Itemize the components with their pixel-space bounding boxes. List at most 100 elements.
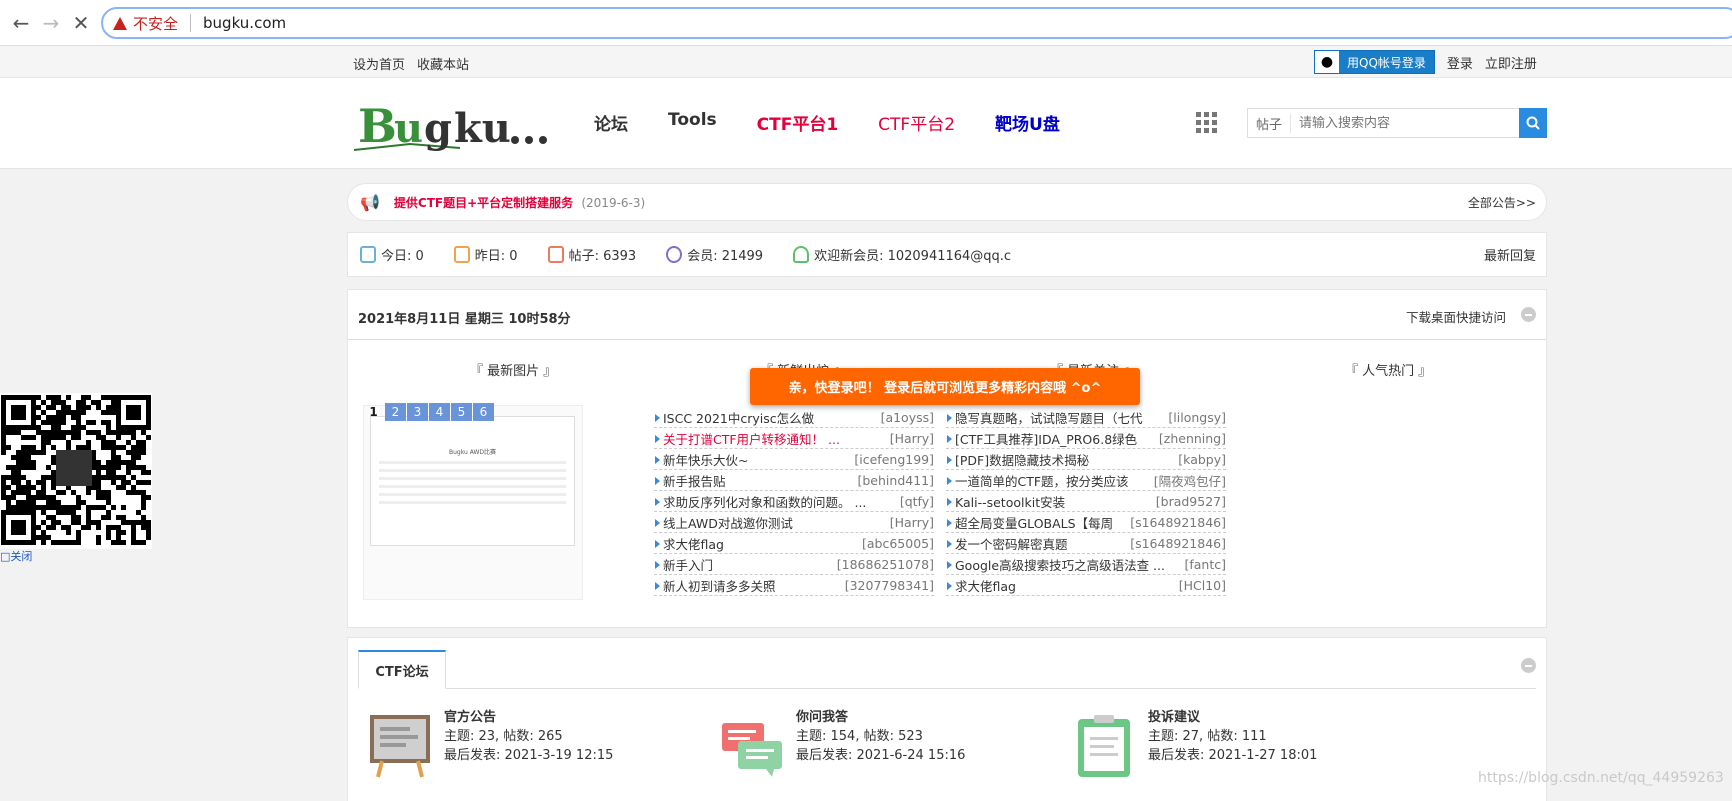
post-author-link[interactable]: [fantc] (1184, 557, 1226, 572)
url-text[interactable]: bugku.com (203, 14, 286, 32)
security-warning[interactable]: 不安全 (113, 13, 178, 34)
post-title-link[interactable]: 新年快乐大伙~ (663, 450, 848, 469)
post-author-link[interactable]: [icefeng199] (854, 452, 934, 467)
pager-item[interactable]: 6 (473, 403, 494, 421)
board-feedback[interactable]: 投诉建议 主题: 27, 帖数: 111 最后发表: 2021-1-27 18:… (1148, 708, 1317, 765)
notice-board-icon[interactable] (368, 713, 432, 779)
list-item[interactable]: 发一个密码解密真题 [s1648921846] (946, 533, 1226, 554)
login-prompt-toast[interactable]: 亲，快登录吧！ 登录后就可浏览更多精彩内容哦 ^o^ (750, 368, 1140, 405)
forward-icon[interactable]: → (36, 8, 66, 38)
bugku-logo[interactable]: B u g ku (350, 92, 564, 156)
list-item[interactable]: 求助反序列化对象和函数的问题。 ... [qtfy] (654, 491, 934, 512)
post-author-link[interactable]: [18686251078] (837, 557, 934, 572)
post-title-link[interactable]: 一道简单的CTF题，按分类应该 (955, 471, 1148, 490)
post-title-link[interactable]: 求大佬flag (663, 534, 856, 553)
post-author-link[interactable]: [abc65005] (862, 536, 934, 551)
pager-item[interactable]: 1 (363, 403, 384, 421)
post-title-link[interactable]: 新手入门 (663, 555, 831, 574)
list-item[interactable]: 线上AWD对战邀你测试 [Harry] (654, 512, 934, 533)
post-title-link[interactable]: 求大佬flag (955, 576, 1173, 595)
collapse-icon[interactable] (1521, 307, 1536, 322)
post-author-link[interactable]: [qtfy] (900, 494, 934, 509)
post-author-link[interactable]: [brad9527] (1156, 494, 1226, 509)
board-qa[interactable]: 你问我答 主题: 154, 帖数: 523 最后发表: 2021-6-24 15… (796, 708, 965, 765)
post-author-link[interactable]: [behind411] (858, 473, 935, 488)
post-author-link[interactable]: [s1648921846] (1130, 536, 1226, 551)
apps-grid-icon[interactable] (1196, 112, 1217, 133)
list-item[interactable]: 新手入门 [18686251078] (654, 554, 934, 575)
qq-login-button[interactable]: ● 用QQ帐号登录 (1314, 50, 1435, 74)
post-author-link[interactable]: [lilongsy] (1168, 410, 1226, 425)
post-author-link[interactable]: [Harry] (890, 515, 934, 530)
list-item[interactable]: 隐写真题略，试试隐写题目（七代 [lilongsy] (946, 407, 1226, 428)
list-item[interactable]: [CTF工具推荐]IDA_PRO6.8绿色 [zhenning] (946, 428, 1226, 449)
post-author-link[interactable]: [zhenning] (1159, 431, 1226, 446)
nav-tools[interactable]: Tools (668, 110, 717, 135)
list-item[interactable]: 新年快乐大伙~ [icefeng199] (654, 449, 934, 470)
login-link[interactable]: 登录 (1447, 53, 1473, 72)
register-link[interactable]: 立即注册 (1485, 53, 1537, 72)
list-item[interactable]: 新手报告贴 [behind411] (654, 470, 934, 491)
post-author-link[interactable]: [s1648921846] (1130, 515, 1226, 530)
address-bar[interactable]: 不安全 bugku.com (101, 7, 1732, 39)
clipboard-icon[interactable] (1072, 713, 1136, 779)
collapse-icon[interactable] (1521, 658, 1536, 673)
nav-ctf-platform-2[interactable]: CTF平台2 (878, 110, 955, 135)
chat-bubbles-icon[interactable] (720, 713, 784, 779)
list-item[interactable]: 一道简单的CTF题，按分类应该 [隔夜鸡包仔] (946, 470, 1226, 491)
list-item[interactable]: ISCC 2021中cryisc怎么做 [a1oyss] (654, 407, 934, 428)
board-name[interactable]: 官方公告 (444, 708, 613, 727)
latest-image-slide[interactable]: Bugku AWD比赛 (363, 405, 583, 600)
tab-ctf-forum[interactable]: CTF论坛 (358, 650, 446, 689)
post-title-link[interactable]: 新人初到请多多关照 (663, 576, 839, 595)
board-name[interactable]: 你问我答 (796, 708, 965, 727)
board-name[interactable]: 投诉建议 (1148, 708, 1317, 727)
list-item[interactable]: Kali--setoolkit安装 [brad9527] (946, 491, 1226, 512)
stop-icon[interactable]: ✕ (66, 8, 96, 38)
post-title-link[interactable]: 关于打谱CTF用户转移通知！ ... (663, 429, 884, 448)
post-title-link[interactable]: ISCC 2021中cryisc怎么做 (663, 408, 875, 427)
pager-item[interactable]: 3 (407, 403, 428, 421)
search-type-select[interactable]: 帖子 (1248, 113, 1292, 133)
search-button[interactable] (1519, 108, 1547, 138)
post-author-link[interactable]: [Harry] (890, 431, 934, 446)
post-title-link[interactable]: 隐写真题略，试试隐写题目（七代 (955, 408, 1162, 427)
post-author-link[interactable]: [kabpy] (1178, 452, 1226, 467)
post-title-link[interactable]: [CTF工具推荐]IDA_PRO6.8绿色 (955, 429, 1153, 448)
post-title-link[interactable]: 发一个密码解密真题 (955, 534, 1124, 553)
all-announcements-link[interactable]: 全部公告>> (1468, 194, 1536, 211)
post-title-link[interactable]: 线上AWD对战邀你测试 (663, 513, 884, 532)
board-announcements[interactable]: 官方公告 主题: 23, 帖数: 265 最后发表: 2021-3-19 12:… (444, 708, 613, 765)
post-title-link[interactable]: Google高级搜索技巧之高级语法查 ... (955, 555, 1178, 574)
post-title-link[interactable]: 新手报告贴 (663, 471, 852, 490)
list-item[interactable]: Google高级搜索技巧之高级语法查 ... [fantc] (946, 554, 1226, 575)
list-item[interactable]: [PDF]数据隐藏技术揭秘 [kabpy] (946, 449, 1226, 470)
post-title-link[interactable]: [PDF]数据隐藏技术揭秘 (955, 450, 1172, 469)
post-author-link[interactable]: [HCl10] (1179, 578, 1226, 593)
latest-reply-link[interactable]: 最新回复 (1484, 245, 1536, 264)
list-item[interactable]: 超全局变量GLOBALS【每周 [s1648921846] (946, 512, 1226, 533)
post-title-link[interactable]: 超全局变量GLOBALS【每周 (955, 513, 1124, 532)
nav-range-usb[interactable]: 靶场U盘 (995, 110, 1060, 135)
pager-item[interactable]: 4 (429, 403, 450, 421)
post-author-link[interactable]: [3207798341] (845, 578, 934, 593)
list-item[interactable]: 新人初到请多多关照 [3207798341] (654, 575, 934, 596)
bookmark-link[interactable]: 收藏本站 (417, 54, 469, 73)
pager-item[interactable]: 2 (385, 403, 406, 421)
nav-forum[interactable]: 论坛 (594, 110, 628, 135)
search-input[interactable] (1291, 109, 1519, 137)
post-title-link[interactable]: Kali--setoolkit安装 (955, 492, 1150, 511)
nav-ctf-platform-1[interactable]: CTF平台1 (757, 110, 839, 135)
list-item[interactable]: 关于打谱CTF用户转移通知！ ... [Harry] (654, 428, 934, 449)
post-author-link[interactable]: [a1oyss] (881, 410, 934, 425)
list-item[interactable]: 求大佬flag [HCl10] (946, 575, 1226, 596)
post-title-link[interactable]: 求助反序列化对象和函数的问题。 ... (663, 492, 894, 511)
pager-item[interactable]: 5 (451, 403, 472, 421)
list-item[interactable]: 求大佬flag [abc65005] (654, 533, 934, 554)
back-icon[interactable]: ← (6, 8, 36, 38)
post-author-link[interactable]: [隔夜鸡包仔] (1154, 471, 1226, 490)
set-home-link[interactable]: 设为首页 (353, 54, 405, 73)
announcement-link[interactable]: 提供CTF题目+平台定制搭建服务 (2019-6-3) (394, 194, 645, 211)
download-shortcut-link[interactable]: 下载桌面快捷访问 (1406, 307, 1506, 326)
qr-close-link[interactable]: □关闭 (0, 548, 32, 564)
